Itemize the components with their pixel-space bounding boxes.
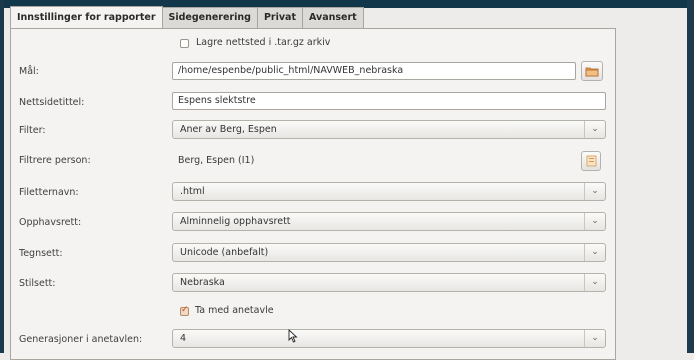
stylesheet-label: Stilsett:: [19, 278, 56, 289]
target-label: Mål:: [19, 66, 39, 77]
filter-label: Filter:: [19, 125, 46, 136]
filter-combo[interactable]: Aner av Berg, Espen ⌄: [172, 120, 606, 139]
filter-person-value: Berg, Espen (I1): [178, 155, 255, 166]
chevron-down-icon: ⌄: [584, 213, 605, 230]
window-frame-right: [687, 0, 694, 353]
browse-folder-button[interactable]: [581, 61, 603, 81]
site-title-input[interactable]: Espens slektstre: [172, 92, 606, 110]
folder-icon: [585, 67, 599, 77]
encoding-combo[interactable]: Unicode (anbefalt) ⌄: [172, 243, 606, 262]
generations-combo[interactable]: 4 ⌄: [172, 329, 606, 348]
copyright-value: Alminnelig opphavsrett: [180, 216, 291, 227]
extension-combo[interactable]: .html ⌄: [172, 182, 606, 201]
tab-privacy[interactable]: Privat: [256, 7, 304, 28]
chevron-down-icon: ⌄: [584, 183, 605, 200]
archive-checkbox[interactable]: [180, 39, 189, 48]
ancestor-tree-checkbox-label: Ta med anetavle: [195, 305, 274, 316]
stylesheet-combo[interactable]: Nebraska ⌄: [172, 273, 606, 292]
window-frame-left: [0, 0, 4, 353]
encoding-value: Unicode (anbefalt): [180, 247, 269, 258]
target-path-input[interactable]: /home/espenbe/public_html/NAVWEB_nebrask…: [172, 62, 576, 80]
chevron-down-icon: ⌄: [584, 121, 605, 138]
chevron-down-icon: ⌄: [584, 274, 605, 291]
tab-page-generation[interactable]: Sidegenerering: [161, 7, 258, 28]
copyright-combo[interactable]: Alminnelig opphavsrett ⌄: [172, 212, 606, 231]
tab-report-settings[interactable]: Innstillinger for rapporter: [10, 6, 163, 29]
extension-value: .html: [180, 186, 205, 197]
filter-value: Aner av Berg, Espen: [180, 124, 277, 135]
tab-advanced[interactable]: Avansert: [302, 7, 364, 28]
ancestor-tree-checkbox[interactable]: [180, 305, 189, 316]
tab-bar: Innstillinger for rapporter Sidegenereri…: [10, 6, 364, 29]
mouse-pointer-icon: [288, 329, 298, 343]
select-person-button[interactable]: [581, 151, 601, 171]
stylesheet-value: Nebraska: [180, 277, 225, 288]
generations-label: Generasjoner i anetavlen:: [19, 334, 143, 345]
chevron-down-icon: ⌄: [584, 244, 605, 261]
archive-checkbox-label: Lagre nettsted i .tar.gz arkiv: [196, 37, 331, 48]
filter-person-label: Filtrere person:: [19, 155, 91, 166]
copyright-label: Opphavsrett:: [19, 217, 82, 228]
chevron-down-icon: ⌄: [584, 330, 605, 347]
generations-value: 4: [180, 333, 187, 344]
extension-label: Filetternavn:: [19, 187, 79, 198]
site-title-label: Nettsidetittel:: [19, 97, 85, 108]
person-select-icon: [586, 155, 596, 167]
encoding-label: Tegnsett:: [19, 248, 63, 259]
